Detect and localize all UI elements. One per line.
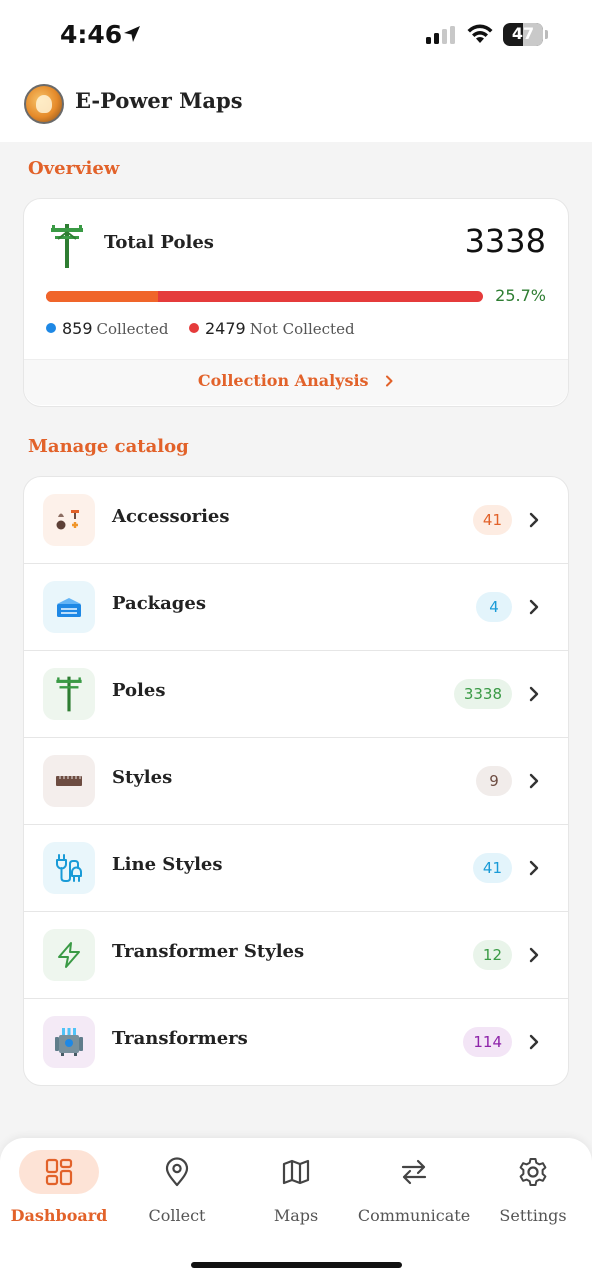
catalog-row-transformer-styles[interactable]: Transformer Styles 12 [24,912,568,999]
count-badge: 12 [472,940,512,970]
count-badge: 41 [472,853,512,883]
count-badge: 41 [472,505,512,535]
count-badge: 3338 [453,679,512,709]
count-badge: 114 [463,1027,512,1057]
app-logo [24,84,64,124]
collection-analysis-link[interactable]: Collection Analysis [24,359,568,405]
count-badge: 4 [476,592,512,622]
count-badge: 9 [476,766,512,796]
overview-section-title: Overview [28,158,120,179]
collection-progress-bar [46,291,483,302]
total-poles-label: Total Poles [104,232,214,253]
chevron-right-icon [529,773,539,789]
chevron-right-icon [529,1034,539,1050]
chevron-right-icon [529,512,539,528]
nav-label: Settings [499,1206,567,1225]
settings-icon-pill [493,1150,573,1194]
nav-collect[interactable]: Collect [118,1150,236,1225]
catalog-row-packages[interactable]: Packages 4 [24,564,568,651]
not-collected-label: Not Collected [249,320,355,338]
gear-icon [519,1158,547,1186]
accessories-icon-box [43,494,95,546]
collection-progress-fill [46,291,159,302]
not-collected-legend: 2479 Not Collected [189,319,355,338]
battery-tip [545,30,548,39]
catalog-row-styles[interactable]: Styles 9 [24,738,568,825]
nav-settings[interactable]: Settings [474,1150,592,1225]
pole-icon [56,676,82,712]
lightning-icon [58,942,80,968]
catalog-row-poles[interactable]: Poles 3338 [24,651,568,738]
collection-percent: 25.7% [495,286,546,305]
nav-label: Dashboard [10,1206,108,1225]
home-indicator [191,1262,402,1268]
collection-analysis-label: Collection Analysis [197,371,369,390]
catalog-label: Line Styles [112,854,223,875]
app-bar: E-Power Maps [0,70,592,142]
catalog-section-title: Manage catalog [28,436,189,457]
chevron-right-icon [386,375,393,387]
styles-icon [56,776,82,786]
packages-icon-box [43,581,95,633]
package-icon [57,598,81,617]
transformer-icon [55,1028,83,1056]
styles-icon-box [43,755,95,807]
pole-icon [51,224,83,268]
plug-icon [56,854,82,882]
total-poles-count: 3338 [464,222,546,260]
wifi-icon [467,24,493,43]
bottom-nav: Dashboard Collect Maps Communicate Setti… [0,1138,592,1280]
nav-communicate[interactable]: Communicate [355,1150,473,1225]
nav-maps[interactable]: Maps [237,1150,355,1225]
poles-icon-box [43,668,95,720]
catalog-label: Accessories [112,506,230,527]
catalog-label: Transformer Styles [112,941,305,962]
not-collected-dot [189,323,199,333]
nav-label: Collect [148,1206,206,1225]
nav-label: Communicate [357,1206,471,1225]
collected-legend: 859 Collected [46,319,168,338]
catalog-label: Styles [112,767,173,788]
location-arrow-icon [124,26,140,42]
catalog-row-transformers[interactable]: Transformers 114 [24,999,568,1086]
app-title: E-Power Maps [75,88,243,113]
battery-icon: 47 [503,23,543,46]
collected-count: 859 [62,319,93,338]
maps-icon-pill [256,1150,336,1194]
catalog-row-line-styles[interactable]: Line Styles 41 [24,825,568,912]
location-pin-icon [165,1157,189,1187]
catalog-label: Packages [112,593,206,614]
status-time: 4:46 [60,20,123,49]
collected-dot [46,323,56,333]
chevron-right-icon [529,599,539,615]
transformer-styles-icon-box [43,929,95,981]
chevron-right-icon [529,686,539,702]
chevron-right-icon [529,860,539,876]
nav-dashboard[interactable]: Dashboard [0,1150,118,1225]
catalog-row-accessories[interactable]: Accessories 41 [24,477,568,564]
catalog-label: Poles [112,680,166,701]
nav-label: Maps [273,1206,319,1225]
dashboard-icon [45,1158,73,1186]
collected-label: Collected [96,320,169,338]
transformers-icon-box [43,1016,95,1068]
swap-arrows-icon [401,1159,427,1185]
collect-icon-pill [137,1150,217,1194]
chevron-right-icon [529,947,539,963]
not-collected-count: 2479 [205,319,246,338]
communicate-icon-pill [374,1150,454,1194]
map-icon [282,1159,310,1185]
cellular-signal-icon [426,26,455,44]
status-bar: 4:46 47 [0,0,592,70]
dashboard-icon-pill [19,1150,99,1194]
catalog-label: Transformers [112,1028,248,1049]
line-styles-icon-box [43,842,95,894]
battery-level: 47 [511,24,535,43]
accessories-icon [56,510,79,530]
